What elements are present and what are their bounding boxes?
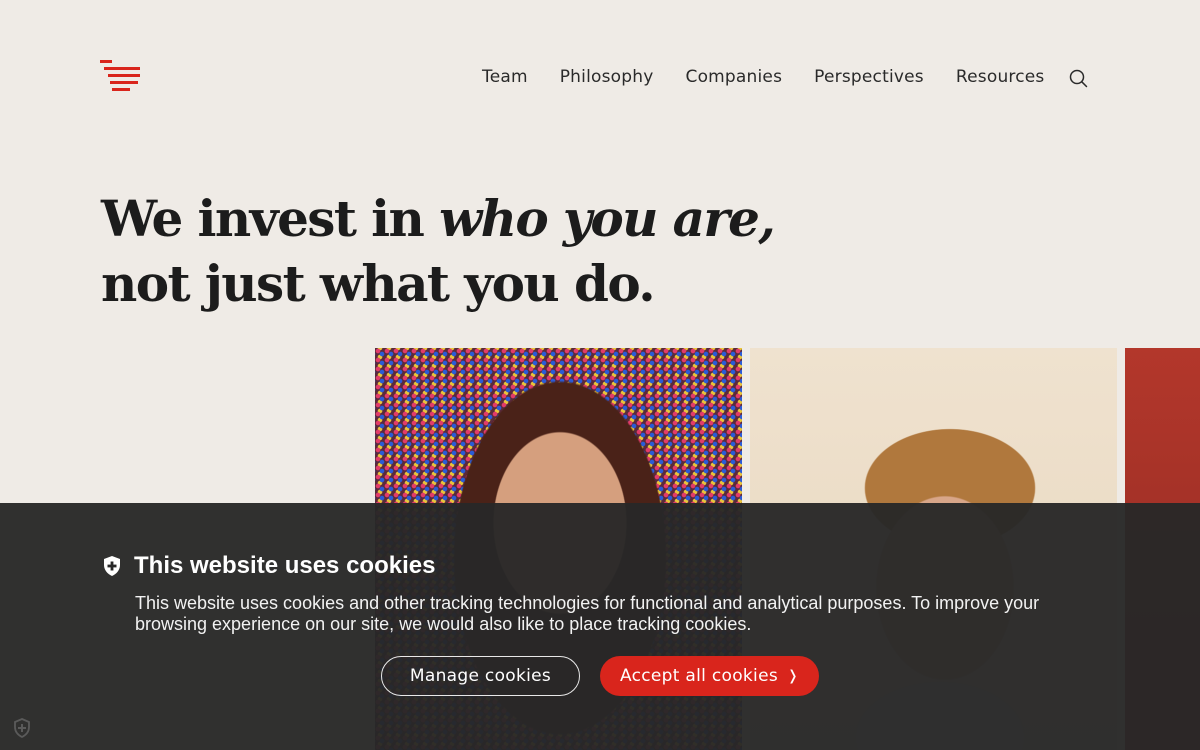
main-nav: Team Philosophy Companies Perspectives R… [482,66,1077,88]
cookie-description: This website uses cookies and other trac… [135,593,1040,634]
cookie-settings-button[interactable] [12,717,32,739]
hero-line1-start: We invest in [101,189,440,248]
cookie-title: This website uses cookies [134,552,436,579]
nav-item-companies[interactable]: Companies [686,66,783,88]
accept-cookies-label: Accept all cookies [619,666,778,686]
shield-icon [104,556,120,576]
cookie-banner: This website uses cookies This website u… [0,503,1200,750]
stacked-lines-logo-icon [100,60,140,91]
cookie-settings-shield-icon [14,718,30,739]
manage-cookies-label: Manage cookies [409,666,552,686]
nav-item-philosophy[interactable]: Philosophy [560,66,654,88]
nav-item-perspectives[interactable]: Perspectives [814,66,924,88]
search-icon [1069,69,1088,88]
accept-all-cookies-button[interactable]: Accept all cookies ❭ [600,656,819,696]
search-button[interactable] [1068,67,1090,89]
nav-item-team[interactable]: Team [482,66,528,88]
hero-line2: not just what you do. [101,254,656,313]
chevron-right-icon: ❭ [787,668,800,684]
hero-headline: We invest in who you are, not just what … [101,186,776,316]
hero-line1-italic: who you are, [439,189,776,248]
cookie-title-row: This website uses cookies [102,553,435,579]
logo[interactable] [100,60,142,96]
nav-item-resources[interactable]: Resources [956,66,1045,88]
manage-cookies-button[interactable]: Manage cookies [381,656,580,696]
